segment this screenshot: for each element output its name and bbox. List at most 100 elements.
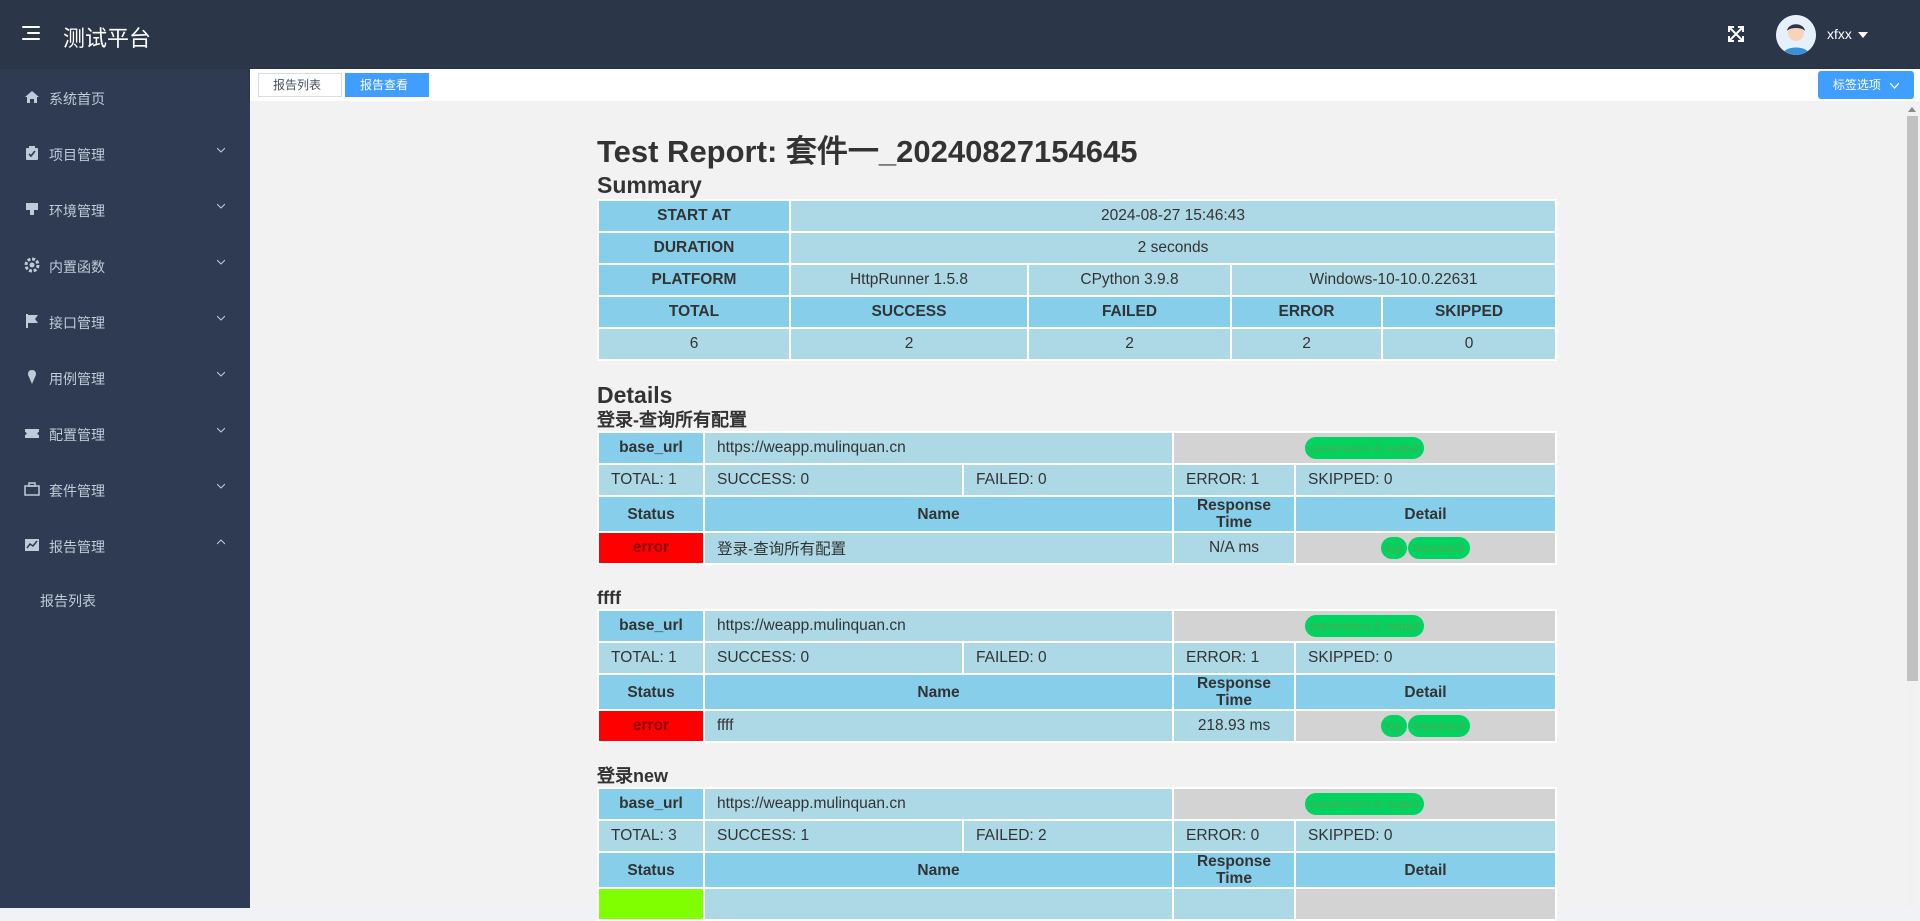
server-icon [26, 203, 38, 215]
sidebar-item-home[interactable]: 系统首页 [0, 69, 250, 125]
status-header: Status [597, 673, 705, 711]
response-time-value: 218.93 ms [1172, 709, 1297, 743]
username[interactable]: xfxx [1827, 26, 1852, 42]
table-row: TOTAL SUCCESS FAILED ERROR SKIPPED [597, 295, 1557, 329]
sidebar-item-label: 内置函数 [49, 259, 105, 275]
detail-cell: log traceback [1294, 531, 1558, 565]
detail-cell [1294, 887, 1558, 921]
sidebar-item-functions[interactable]: 内置函数 [0, 237, 250, 293]
flag-icon [26, 314, 38, 328]
tab-label: 报告查看 [360, 78, 409, 92]
tag-options-button[interactable]: 标签选项 [1818, 71, 1914, 99]
name-header: Name [702, 495, 1175, 533]
suite-table: base_url https://weapp.mulinquan.cn parame… [597, 787, 1558, 921]
top-header: 测试平台 xfxx [0, 0, 1920, 69]
params-output-button[interactable]: parameters & output [1305, 793, 1424, 815]
sidebar-item-apis[interactable]: 接口管理 [0, 293, 250, 349]
suite-failed: FAILED: 0 [961, 641, 1175, 675]
tab-report-list[interactable]: 报告列表✕ [258, 73, 342, 114]
response-time-header: Response Time [1172, 673, 1297, 711]
skipped-value: 0 [1381, 327, 1557, 361]
sidebar-item-cases[interactable]: 用例管理 [0, 349, 250, 405]
suite-failed: FAILED: 0 [961, 463, 1175, 497]
table-header-row: Status Name Response Time Detail [597, 495, 1558, 533]
start-at-label: START AT [597, 199, 791, 233]
sidebar-item-suites[interactable]: 套件管理 [0, 461, 250, 517]
error-label: ERROR [1230, 295, 1383, 329]
case-name: ffff [702, 709, 1175, 743]
sidebar-item-label: 用例管理 [49, 371, 105, 387]
tab-label: 报告列表 [273, 78, 322, 92]
sidebar-subitem-report-list[interactable]: 报告列表 [40, 591, 96, 611]
success-value: 2 [789, 327, 1029, 361]
base-url-label: base_url [597, 431, 705, 465]
response-time-value [1172, 887, 1297, 921]
ticket-icon [25, 429, 39, 438]
home-icon [25, 91, 39, 103]
total-label: TOTAL [597, 295, 791, 329]
suite-title: ffff [597, 588, 621, 608]
fullscreen-icon[interactable] [1726, 24, 1746, 44]
table-header-row: Status Name Response Time Detail [597, 851, 1558, 889]
tab-report-view[interactable]: 报告查看✕ [345, 73, 429, 114]
traceback-button[interactable]: traceback [1408, 537, 1471, 559]
suite-title: 登录new [597, 766, 669, 786]
sidebar-item-projects[interactable]: 项目管理 [0, 125, 250, 181]
log-button[interactable]: log [1381, 537, 1408, 559]
sidebar-item-configs[interactable]: 配置管理 [0, 405, 250, 461]
params-cell: parameters & output [1172, 609, 1558, 643]
params-cell: parameters & output [1172, 787, 1558, 821]
chevron-down-icon [1889, 82, 1900, 89]
suite-title: 登录-查询所有配置 [597, 410, 747, 430]
base-url-value: https://weapp.mulinquan.cn [702, 609, 1175, 643]
caret-down-icon[interactable] [1858, 32, 1868, 38]
sidebar-item-label: 接口管理 [49, 315, 105, 331]
name-header: Name [702, 851, 1175, 889]
table-row [597, 887, 1558, 921]
chevron-down-icon [217, 259, 225, 265]
os-version: Windows-10-10.0.22631 [1230, 263, 1557, 297]
case-name [702, 887, 1175, 921]
table-row: base_url https://weapp.mulinquan.cn parame… [597, 431, 1558, 465]
table-row: START AT 2024-08-27 15:46:43 [597, 199, 1557, 233]
log-button[interactable]: log [1381, 715, 1408, 737]
suite-table: base_url https://weapp.mulinquan.cn parame… [597, 609, 1558, 743]
scroll-up-arrow-icon[interactable] [1908, 107, 1916, 112]
chevron-down-icon [217, 203, 225, 209]
test-report: Test Report: 套件一_20240827154645 Summary … [597, 132, 1558, 921]
params-output-button[interactable]: parameters & output [1305, 437, 1424, 459]
response-time-value: N/A ms [1172, 531, 1297, 565]
failed-label: FAILED [1027, 295, 1232, 329]
suite-error: ERROR: 1 [1172, 463, 1297, 497]
avatar[interactable] [1776, 15, 1816, 55]
sidebar-item-reports[interactable]: 报告管理 [0, 517, 250, 573]
case-name: 登录-查询所有配置 [702, 531, 1175, 565]
error-value: 2 [1230, 327, 1383, 361]
time-label: Time [1216, 514, 1252, 531]
table-row: 62220 [597, 327, 1557, 361]
status-header: Status [597, 851, 705, 889]
traceback-button[interactable]: traceback [1408, 715, 1471, 737]
report-title: Test Report: 套件一_20240827154645 [597, 134, 1138, 169]
scrollbar-thumb[interactable] [1907, 116, 1918, 681]
httprunner-version: HttpRunner 1.5.8 [789, 263, 1029, 297]
base-url-label: base_url [597, 787, 705, 821]
status-badge [597, 887, 705, 921]
sidebar: 系统首页 项目管理 环境管理 内置函数 接口管理 用例管理 配置管理 套件管理 … [0, 69, 250, 908]
table-row: base_url https://weapp.mulinquan.cn parame… [597, 609, 1558, 643]
suitcase-icon [24, 482, 40, 496]
sidebar-item-label: 项目管理 [49, 147, 105, 163]
sidebar-item-label: 配置管理 [49, 427, 105, 443]
app-title: 测试平台 [63, 26, 152, 51]
chevron-down-icon [217, 371, 225, 377]
start-at-value: 2024-08-27 15:46:43 [789, 199, 1557, 233]
menu-toggle-icon[interactable] [22, 26, 40, 40]
suite-table: base_url https://weapp.mulinquan.cn parame… [597, 431, 1558, 565]
platform-label: PLATFORM [597, 263, 791, 297]
base-url-label: base_url [597, 609, 705, 643]
suite-skipped: SKIPPED: 0 [1294, 819, 1558, 853]
chevron-down-icon [217, 483, 225, 489]
gear-icon [24, 257, 40, 273]
sidebar-item-environments[interactable]: 环境管理 [0, 181, 250, 237]
params-output-button[interactable]: parameters & output [1305, 615, 1424, 637]
